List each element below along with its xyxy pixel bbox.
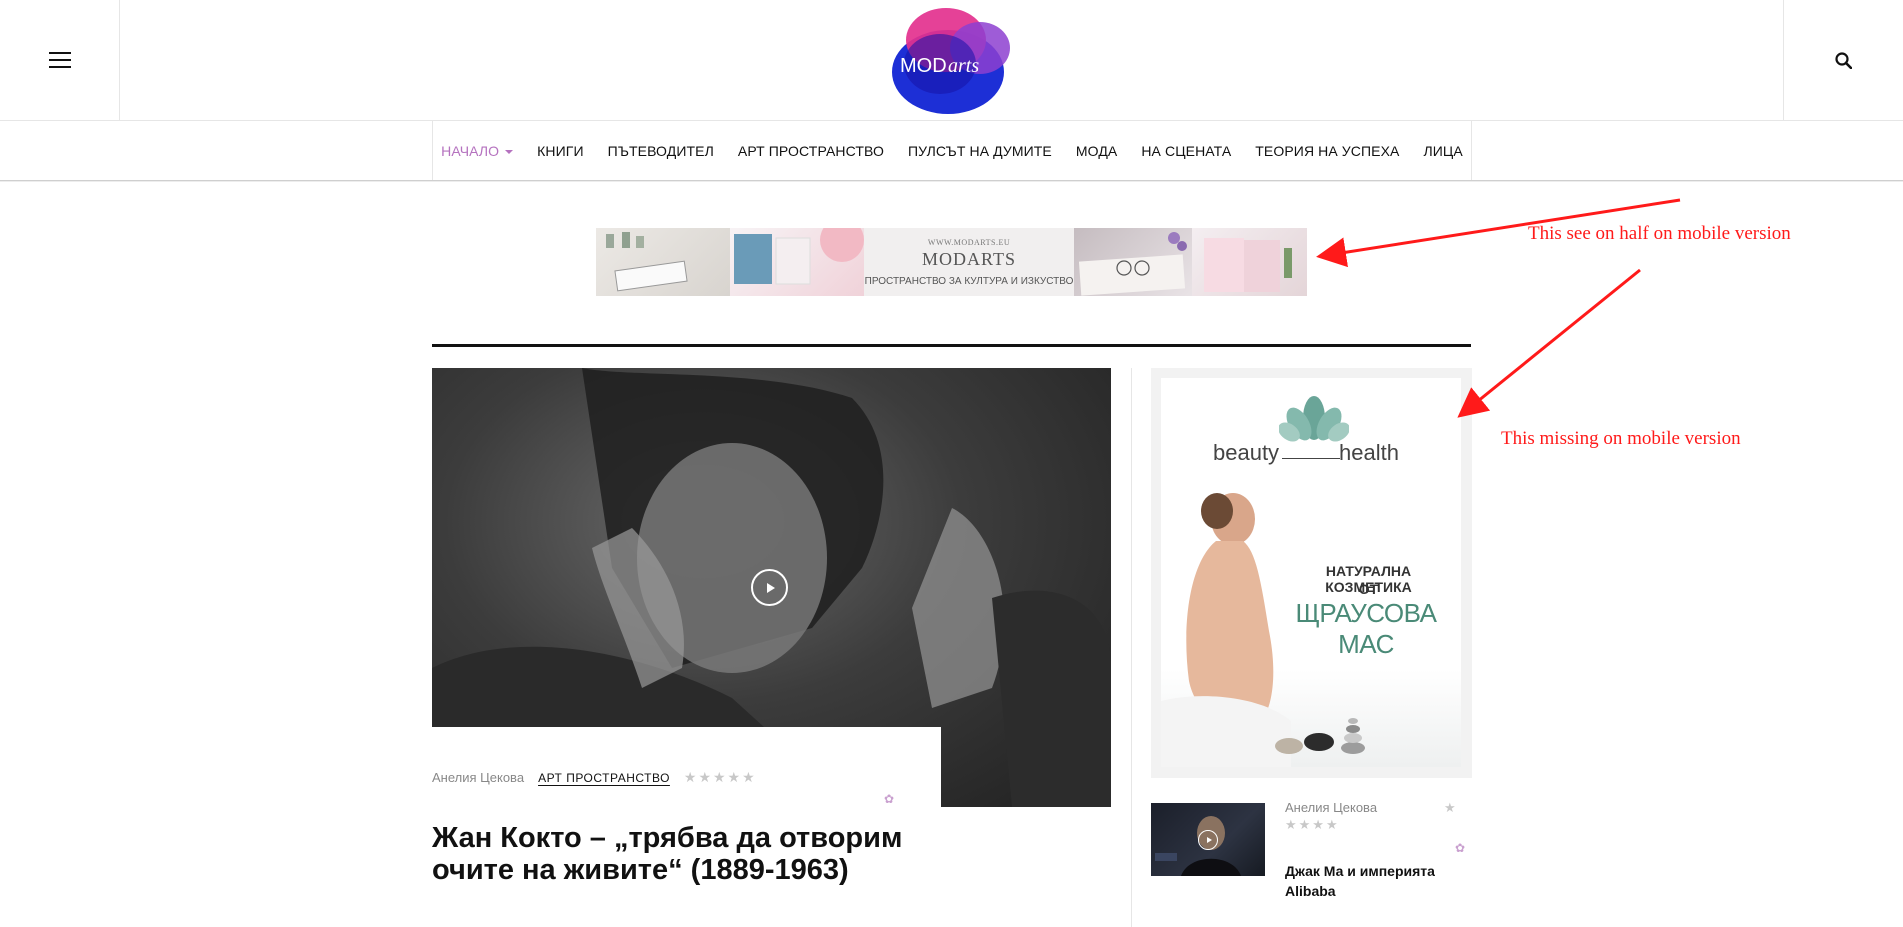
sidebar-ad[interactable]: beauty health НАТУРАЛНА КОЗМЕТИКА ОТ ЩРА…: [1151, 368, 1472, 778]
brand-health: health: [1339, 440, 1399, 465]
favorite-star-icon[interactable]: ★: [1444, 800, 1456, 816]
side-post-rating-stars: ★★★★: [1285, 817, 1340, 832]
banner-photo-notebook: [596, 228, 730, 296]
search-button[interactable]: [1783, 0, 1903, 120]
banner-title: MODARTS: [922, 248, 1016, 269]
banner-subtitle: ПРОСТРАНСТВО ЗА КУЛТУРА И ИЗКУСТВО: [864, 275, 1074, 287]
post-rating-stars: ★★★★★: [683, 769, 757, 785]
site-logo[interactable]: MOD arts: [888, 4, 1014, 116]
nav-item-fashion[interactable]: МОДА: [1076, 143, 1117, 159]
section-divider: [432, 344, 1471, 347]
side-post-thumbnail[interactable]: [1151, 803, 1265, 876]
nav-item-pulse-of-words[interactable]: ПУЛСЪТ НА ДУМИТЕ: [908, 143, 1052, 159]
nav-item-home[interactable]: НАЧАЛО: [441, 142, 514, 159]
annotation-note-2: This missing on mobile version: [1501, 428, 1741, 449]
ad-headline-3: ЩРАУСОВА МАС: [1295, 598, 1437, 659]
post-author[interactable]: Анелия Цекова: [432, 770, 524, 785]
annotation-arrow-2: [1457, 268, 1641, 418]
play-video-button[interactable]: [751, 569, 788, 606]
site-header: MOD arts: [0, 0, 1903, 121]
logo-graphic: MOD arts: [892, 8, 1010, 114]
side-post-author[interactable]: Анелия Цекова: [1285, 800, 1377, 815]
main-navigation: НАЧАЛО КНИГИ ПЪТЕВОДИТЕЛ АРТ ПРОСТРАНСТВ…: [432, 121, 1472, 180]
spa-stones-image: [1275, 718, 1365, 754]
nav-item-books[interactable]: КНИГИ: [537, 143, 583, 159]
featured-post-title[interactable]: Жан Кокто – „трябва да отворим очите на …: [432, 822, 912, 886]
gear-icon[interactable]: ✿: [884, 792, 894, 806]
ad-headline-2: ОТ: [1358, 581, 1379, 597]
play-icon: [767, 582, 775, 593]
side-post-title[interactable]: Джак Ма и империята Alibaba: [1285, 861, 1455, 901]
brand-beauty: beauty: [1213, 440, 1280, 465]
featured-post-meta: Анелия Цекова АРТ ПРОСТРАНСТВО ★★★★★: [432, 769, 757, 786]
nav-item-art-space[interactable]: АРТ ПРОСТРАНСТВО: [738, 143, 884, 159]
gear-icon[interactable]: ✿: [1455, 841, 1465, 855]
chevron-down-icon: [505, 149, 514, 154]
banner-text-block: WWW.MODARTS.EU MODARTS ПРОСТРАНСТВО ЗА К…: [864, 228, 1074, 296]
search-icon: [1835, 51, 1852, 69]
nav-item-success-theory[interactable]: ТЕОРИЯ НА УСПЕХА: [1255, 143, 1399, 159]
banner-url: WWW.MODARTS.EU: [927, 237, 1011, 247]
logo-text-arts: arts: [948, 55, 979, 77]
banner-photo-glasses: [1074, 228, 1192, 296]
brand-divider: [1282, 458, 1340, 459]
post-category[interactable]: АРТ ПРОСТРАНСТВО: [538, 771, 670, 785]
nav-item-faces[interactable]: ЛИЦА: [1423, 143, 1462, 159]
play-video-button-small[interactable]: [1198, 830, 1218, 850]
nav-item-home-label: НАЧАЛО: [441, 142, 500, 159]
annotation-note-1: This see on half on mobile version: [1528, 223, 1791, 244]
banner-photo-cards: [730, 228, 864, 296]
logo-text-mod: MOD: [900, 55, 947, 77]
main-navigation-bar: НАЧАЛО КНИГИ ПЪТЕВОДИТЕЛ АРТ ПРОСТРАНСТВ…: [0, 121, 1903, 181]
banner-photo-notebooks: [1192, 228, 1307, 296]
top-banner-ad[interactable]: WWW.MODARTS.EU MODARTS ПРОСТРАНСТВО ЗА К…: [596, 228, 1307, 296]
play-icon: [1206, 837, 1212, 843]
column-divider: [1131, 368, 1132, 927]
nav-item-guide[interactable]: ПЪТЕВОДИТЕЛ: [608, 143, 714, 159]
menu-button[interactable]: [0, 0, 120, 120]
nav-item-on-stage[interactable]: НА СЦЕНАТА: [1141, 143, 1231, 159]
hamburger-menu-icon: [48, 52, 71, 68]
sidebar-ad-creative: beauty health НАТУРАЛНА КОЗМЕТИКА ОТ ЩРА…: [1161, 378, 1461, 767]
